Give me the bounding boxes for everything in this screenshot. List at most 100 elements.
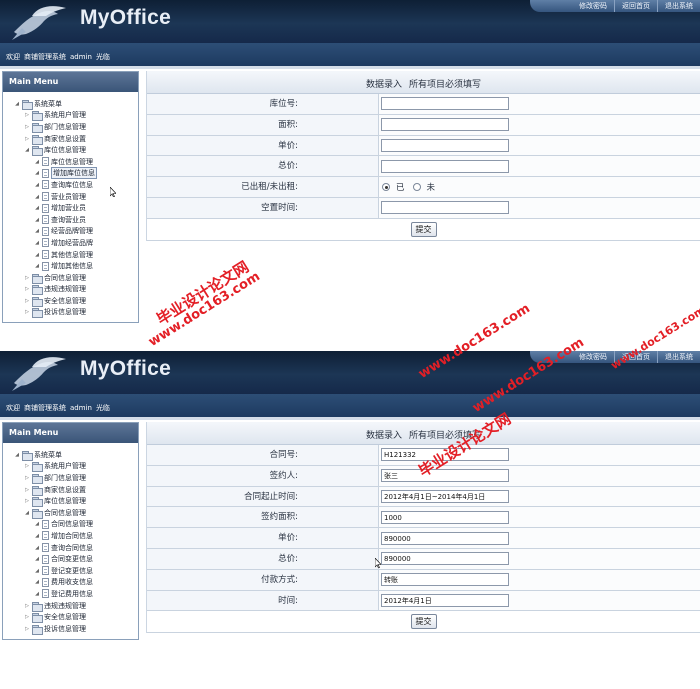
folder-icon xyxy=(32,285,43,296)
rental-status-radio[interactable]: 已 xyxy=(382,181,405,193)
collapsed-arrow-icon[interactable]: ◢ xyxy=(33,194,41,200)
collapsed-arrow-icon[interactable]: ▷ xyxy=(23,136,31,142)
home-link[interactable]: 返回首页 xyxy=(614,0,657,12)
menu-folder[interactable]: ▷ 违规违规管理 xyxy=(3,284,138,296)
menu-folder[interactable]: ▷ 商家信息设置 xyxy=(3,133,138,145)
text-input[interactable]: 890000 xyxy=(381,552,509,566)
menu-item[interactable]: ◢ 其他信息管理 xyxy=(3,249,138,261)
menu-folder[interactable]: ▷ 投诉信息管理 xyxy=(3,623,138,635)
form-title: 数据录入 所有项目必须填写 xyxy=(147,71,700,94)
collapsed-arrow-icon[interactable]: ▷ xyxy=(23,603,31,609)
expanded-arrow-icon[interactable]: ◢ xyxy=(23,510,31,516)
radio-label: 已 xyxy=(396,183,405,194)
menu-item[interactable]: ◢ 增加营业员 xyxy=(3,202,138,214)
menu-item[interactable]: ◢ 增加库位信息 xyxy=(3,167,138,180)
collapsed-arrow-icon[interactable]: ▷ xyxy=(23,124,31,130)
menu-root[interactable]: ◢ 系统菜单 xyxy=(3,449,138,461)
collapsed-arrow-icon[interactable]: ◢ xyxy=(33,591,41,597)
collapsed-arrow-icon[interactable]: ◢ xyxy=(33,252,41,258)
welcome-text: 欢迎 xyxy=(6,53,20,61)
collapsed-arrow-icon[interactable]: ▷ xyxy=(23,112,31,118)
collapsed-arrow-icon[interactable]: ▷ xyxy=(23,487,31,493)
text-input[interactable]: 2012年4月1日~2014年4月1日 xyxy=(381,489,509,503)
text-input[interactable]: 张三 xyxy=(381,469,509,483)
menu-item[interactable]: ◢ 经营品牌管理 xyxy=(3,226,138,238)
menu-item[interactable]: ◢ 费用收支信息 xyxy=(3,577,138,589)
menu-folder[interactable]: ◢ 合同信息管理 xyxy=(3,507,138,519)
menu-item[interactable]: ◢ 合同信息管理 xyxy=(3,519,138,531)
collapsed-arrow-icon[interactable]: ◢ xyxy=(33,217,41,223)
folder-icon xyxy=(32,601,43,612)
collapsed-arrow-icon[interactable]: ◢ xyxy=(33,263,41,269)
expanded-arrow-icon[interactable]: ◢ xyxy=(23,147,31,153)
expanded-arrow-icon[interactable]: ◢ xyxy=(13,101,21,107)
field-label: 空置时间: xyxy=(147,197,379,218)
menu-item[interactable]: ◢ 增加合同信息 xyxy=(3,530,138,542)
collapsed-arrow-icon[interactable]: ◢ xyxy=(33,170,41,176)
collapsed-arrow-icon[interactable]: ▷ xyxy=(23,475,31,481)
menu-folder[interactable]: ▷ 系统用户管理 xyxy=(3,110,138,122)
collapsed-arrow-icon[interactable]: ▷ xyxy=(23,298,31,304)
menu-item[interactable]: ◢ 营业员管理 xyxy=(3,191,138,203)
collapsed-arrow-icon[interactable]: ◢ xyxy=(33,228,41,234)
logout-link[interactable]: 退出系统 xyxy=(657,351,700,363)
collapsed-arrow-icon[interactable]: ◢ xyxy=(33,545,41,551)
logout-link[interactable]: 退出系统 xyxy=(657,0,700,12)
collapsed-arrow-icon[interactable]: ◢ xyxy=(33,182,41,188)
collapsed-arrow-icon[interactable]: ▷ xyxy=(23,463,31,469)
text-input[interactable] xyxy=(381,201,509,215)
collapsed-arrow-icon[interactable]: ▷ xyxy=(23,286,31,292)
rental-status-radio[interactable]: 未 xyxy=(412,181,435,193)
submit-button[interactable]: 提交 xyxy=(410,221,437,237)
menu-folder[interactable]: ◢ 库位信息管理 xyxy=(3,144,138,157)
menu-item[interactable]: ◢ 增加其他信息 xyxy=(3,260,138,272)
collapsed-arrow-icon[interactable]: ▷ xyxy=(23,626,31,632)
text-input[interactable] xyxy=(381,118,509,132)
collapsed-arrow-icon[interactable]: ▷ xyxy=(23,275,31,281)
menu-folder[interactable]: ▷ 安全信息管理 xyxy=(3,611,138,624)
menu-item[interactable]: ◢ 登记变更信息 xyxy=(3,565,138,577)
menu-folder[interactable]: ▷ 系统用户管理 xyxy=(3,461,138,473)
text-input[interactable] xyxy=(381,97,509,111)
text-input[interactable] xyxy=(381,159,509,173)
menu-item[interactable]: ◢ 查询库位信息 xyxy=(3,179,138,191)
text-input[interactable]: 转账 xyxy=(381,573,509,587)
top-navigation: 修改密码 返回首页 退出系统 xyxy=(530,0,700,12)
expanded-arrow-icon[interactable]: ◢ xyxy=(13,452,21,458)
menu-folder[interactable]: ▷ 违规违规管理 xyxy=(3,600,138,612)
text-input[interactable]: 1000 xyxy=(381,510,509,524)
menu-folder[interactable]: ▷ 安全信息管理 xyxy=(3,295,138,307)
text-input[interactable]: 890000 xyxy=(381,531,509,545)
menu-folder[interactable]: ▷ 商家信息设置 xyxy=(3,484,138,496)
text-input[interactable] xyxy=(381,138,509,152)
menu-item[interactable]: ◢ 增加经营品牌 xyxy=(3,237,138,249)
submit-button[interactable]: 提交 xyxy=(410,614,437,630)
menu-item[interactable]: ◢ 库位信息管理 xyxy=(3,156,138,168)
menu-folder[interactable]: ▷ 投诉信息管理 xyxy=(3,307,138,319)
menu-item[interactable]: ◢ 查询营业员 xyxy=(3,214,138,226)
text-input[interactable]: 2012年4月1日 xyxy=(381,593,509,607)
collapsed-arrow-icon[interactable]: ◢ xyxy=(33,568,41,574)
menu-item[interactable]: ◢ 查询合同信息 xyxy=(3,542,138,554)
collapsed-arrow-icon[interactable]: ◢ xyxy=(33,579,41,585)
menu-folder[interactable]: ▷ 库位信息管理 xyxy=(3,495,138,508)
menu-root[interactable]: ◢ 系统菜单 xyxy=(3,98,138,110)
change-password-link[interactable]: 修改密码 xyxy=(572,0,614,12)
collapsed-arrow-icon[interactable]: ◢ xyxy=(33,240,41,246)
field-label: 付款方式: xyxy=(147,569,379,590)
collapsed-arrow-icon[interactable]: ◢ xyxy=(33,205,41,211)
menu-folder[interactable]: ▷ 部门信息管理 xyxy=(3,472,138,484)
collapsed-arrow-icon[interactable]: ▷ xyxy=(23,498,31,504)
collapsed-arrow-icon[interactable]: ▷ xyxy=(23,614,31,620)
menu-folder[interactable]: ▷ 部门信息管理 xyxy=(3,121,138,133)
radio-checked-icon[interactable] xyxy=(382,183,390,192)
collapsed-arrow-icon[interactable]: ◢ xyxy=(33,159,41,165)
collapsed-arrow-icon[interactable]: ◢ xyxy=(33,533,41,539)
menu-item[interactable]: ◢ 合同变更信息 xyxy=(3,553,138,565)
radio-unchecked-icon[interactable] xyxy=(412,183,421,192)
collapsed-arrow-icon[interactable]: ▷ xyxy=(23,309,31,315)
menu-item[interactable]: ◢ 登记费用信息 xyxy=(3,588,138,600)
menu-folder[interactable]: ▷ 合同信息管理 xyxy=(3,272,138,284)
collapsed-arrow-icon[interactable]: ◢ xyxy=(33,556,41,562)
collapsed-arrow-icon[interactable]: ◢ xyxy=(33,521,41,527)
